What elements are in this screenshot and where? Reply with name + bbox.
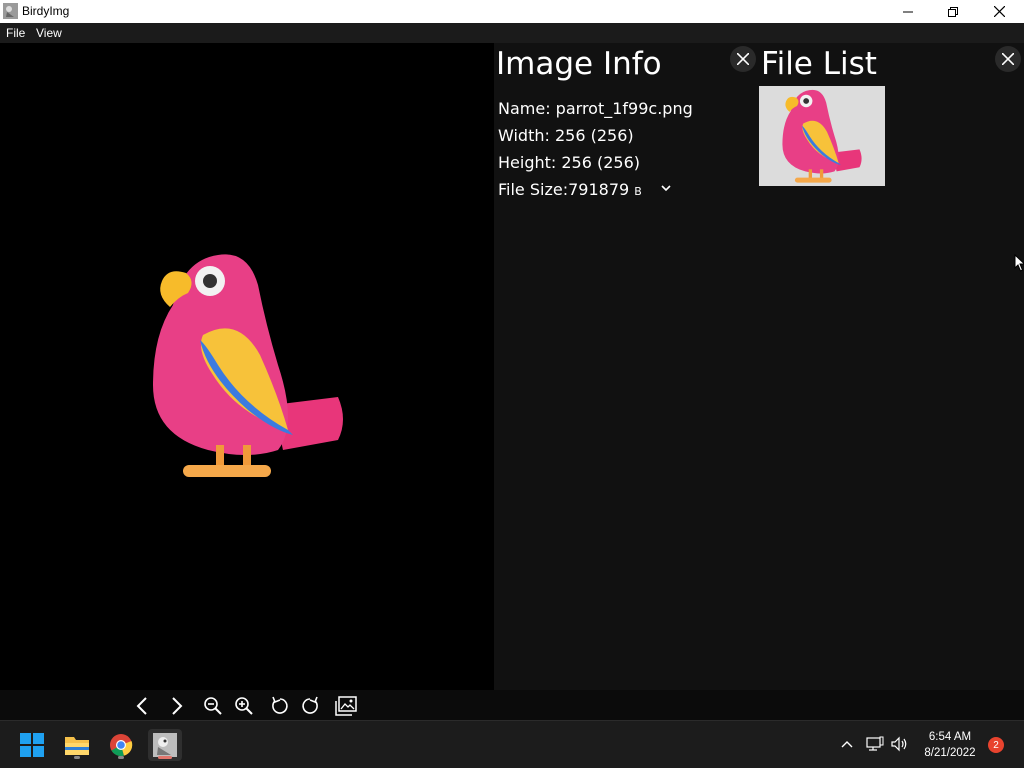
close-file-list-button[interactable] [995, 46, 1021, 72]
title-bar: BirdyImg [0, 0, 1024, 23]
zoom-out-button[interactable] [201, 694, 225, 718]
file-list-title: File List [761, 46, 877, 82]
zoom-in-button[interactable] [232, 694, 256, 718]
close-icon [1002, 53, 1014, 65]
rotate-right-button[interactable] [298, 694, 322, 718]
file-size: File Size:791879 B [498, 180, 642, 199]
menu-view[interactable]: View [36, 26, 62, 40]
volume-icon[interactable] [891, 736, 909, 752]
close-icon [737, 53, 749, 65]
minimize-button[interactable] [885, 0, 931, 23]
image-info-title: Image Info [496, 46, 662, 82]
previous-button[interactable] [130, 694, 154, 718]
chrome-icon [110, 734, 133, 757]
taskbar-birdyimg[interactable] [148, 729, 182, 761]
app-icon [3, 3, 18, 19]
clock-time: 6:54 AM [928, 731, 972, 743]
mouse-cursor-icon [1014, 254, 1024, 272]
next-button[interactable] [165, 694, 189, 718]
zoom-in-icon [235, 697, 253, 715]
gallery-button[interactable] [334, 694, 358, 718]
parrot-thumbnail-image [782, 89, 862, 183]
file-size-label: File Size: [498, 180, 569, 199]
taskbar-file-explorer[interactable] [60, 729, 94, 761]
running-indicator [74, 756, 80, 759]
taskbar-chrome[interactable] [104, 729, 138, 761]
clock-date: 8/21/2022 [924, 747, 976, 759]
close-window-button[interactable] [976, 0, 1022, 23]
viewer-toolbar [0, 690, 1024, 720]
gallery-icon [335, 696, 357, 716]
parrot-image [153, 254, 343, 477]
image-height: Height: 256 (256) [498, 153, 641, 172]
menu-bar: File View [0, 23, 1024, 43]
folder-icon [65, 737, 89, 755]
chevron-left-icon [136, 697, 147, 715]
notification-badge[interactable]: 2 [988, 737, 1004, 753]
zoom-out-icon [204, 697, 222, 715]
close-icon [993, 6, 1005, 17]
system-clock[interactable]: 6:54 AM 8/21/2022 [918, 729, 982, 761]
birdyimg-app-icon [153, 733, 177, 757]
minimize-icon [903, 11, 913, 12]
rotate-left-icon [272, 696, 288, 714]
file-list-thumbnail[interactable] [759, 86, 885, 186]
start-button[interactable] [15, 729, 49, 761]
rotate-right-icon [302, 696, 318, 714]
running-indicator [118, 756, 124, 759]
file-size-unit: B [634, 185, 642, 198]
menu-file[interactable]: File [6, 26, 25, 40]
taskbar: 6:54 AM 8/21/2022 [0, 720, 1024, 768]
chevron-up-icon[interactable] [841, 738, 853, 750]
windows-start-icon [20, 733, 44, 757]
chevron-right-icon [172, 697, 183, 715]
image-name: Name: parrot_1f99c.png [498, 99, 693, 118]
network-icon[interactable] [866, 736, 884, 752]
close-image-info-button[interactable] [730, 46, 756, 72]
image-width: Width: 256 (256) [498, 126, 634, 145]
window-title: BirdyImg [22, 4, 70, 18]
file-size-value: 791879 [568, 180, 630, 199]
active-indicator [158, 756, 172, 759]
restore-icon [948, 6, 958, 17]
rotate-left-button[interactable] [268, 694, 292, 718]
chevron-down-icon[interactable] [660, 183, 672, 193]
restore-button[interactable] [930, 0, 976, 23]
